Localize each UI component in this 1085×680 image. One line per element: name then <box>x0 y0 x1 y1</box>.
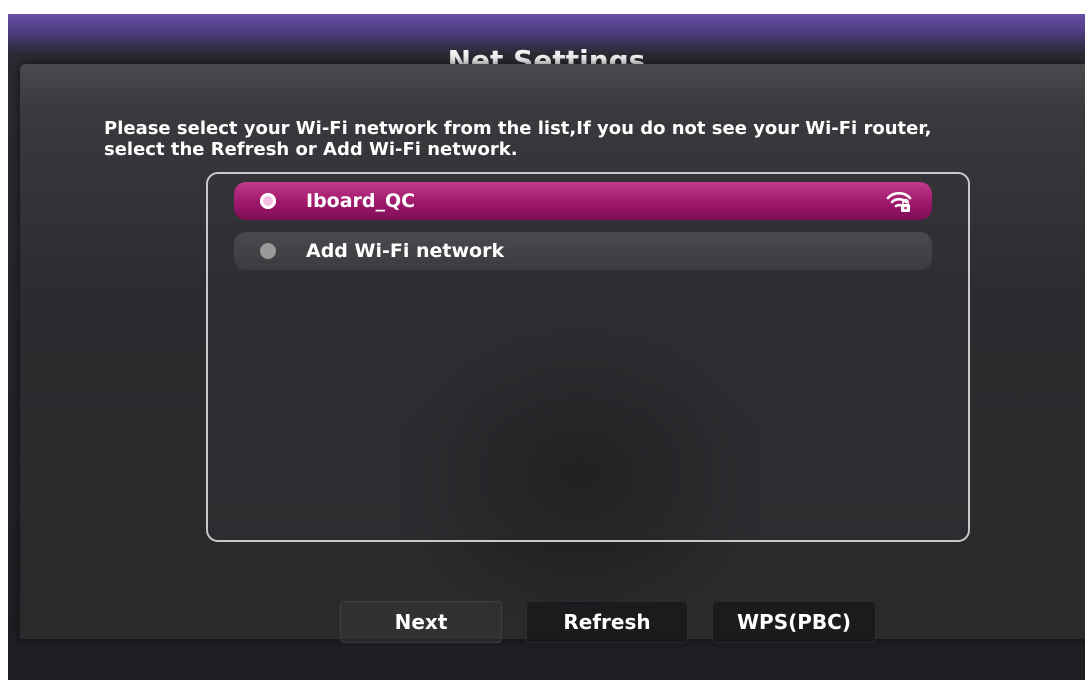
network-item-iboard-qc[interactable]: Iboard_QC <box>234 182 932 220</box>
network-item-add-wifi[interactable]: Add Wi-Fi network <box>234 232 932 270</box>
network-list: Iboard_QC Add Wi-Fi network <box>206 172 970 542</box>
instruction-text: Please select your Wi-Fi network from th… <box>104 118 1064 160</box>
instruction-line-2: select the Refresh or Add Wi-Fi network. <box>104 139 518 160</box>
wps-pbc-button[interactable]: WPS(PBC) <box>712 601 876 643</box>
radio-selected-icon <box>260 193 276 209</box>
wifi-locked-icon <box>886 191 912 212</box>
radio-unselected-icon <box>260 243 276 259</box>
next-button[interactable]: Next <box>340 601 502 643</box>
refresh-button[interactable]: Refresh <box>526 601 688 643</box>
network-name: Iboard_QC <box>306 190 416 212</box>
tv-screen: Net Settings Please select your Wi-Fi ne… <box>8 14 1085 680</box>
network-name: Add Wi-Fi network <box>306 240 505 262</box>
instruction-line-1: Please select your Wi-Fi network from th… <box>104 118 932 139</box>
net-settings-dialog: Please select your Wi-Fi network from th… <box>20 64 1085 643</box>
